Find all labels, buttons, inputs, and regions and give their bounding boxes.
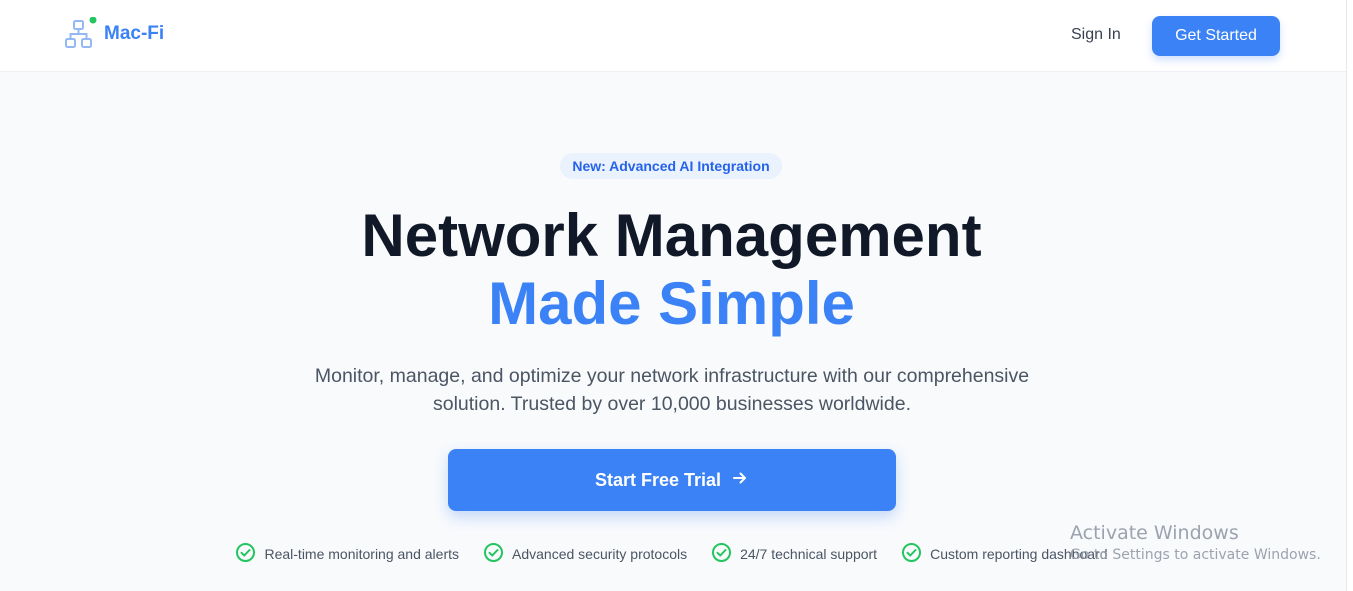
network-logo-icon — [64, 17, 98, 51]
feature-item: Real-time monitoring and alerts — [235, 542, 459, 566]
logo-text: Mac-Fi — [104, 23, 165, 44]
feature-label: Advanced security protocols — [512, 546, 688, 562]
feature-label: Real-time monitoring and alerts — [264, 546, 459, 562]
check-circle-icon — [483, 542, 504, 566]
get-started-button[interactable]: Get Started — [1152, 16, 1280, 56]
cta-label: Start Free Trial — [594, 469, 722, 490]
hero-subtitle: Monitor, manage, and optimize your netwo… — [314, 365, 1030, 415]
sign-in-link[interactable]: Sign In — [1071, 26, 1121, 44]
check-circle-icon — [901, 542, 922, 566]
check-circle-icon — [235, 542, 256, 566]
logo[interactable]: Mac-Fi — [64, 16, 164, 52]
windows-watermark-subtitle: Go to Settings to activate Windows. — [1070, 547, 1321, 563]
arrow-right-icon — [731, 469, 749, 492]
feature-label: 24/7 technical support — [740, 546, 878, 562]
start-free-trial-button[interactable]: Start Free Trial — [448, 449, 896, 511]
check-circle-icon — [711, 542, 732, 566]
feature-item: 24/7 technical support — [711, 542, 877, 566]
scrollbar[interactable] — [1346, 0, 1353, 591]
windows-watermark-title: Activate Windows — [1070, 522, 1239, 544]
hero-title-highlight: Made Simple — [488, 270, 855, 337]
announcement-badge: New: Advanced AI Integration — [560, 153, 782, 179]
top-nav: Mac-Fi Sign In Get Started — [0, 0, 1346, 72]
feature-item: Advanced security protocols — [483, 542, 687, 566]
